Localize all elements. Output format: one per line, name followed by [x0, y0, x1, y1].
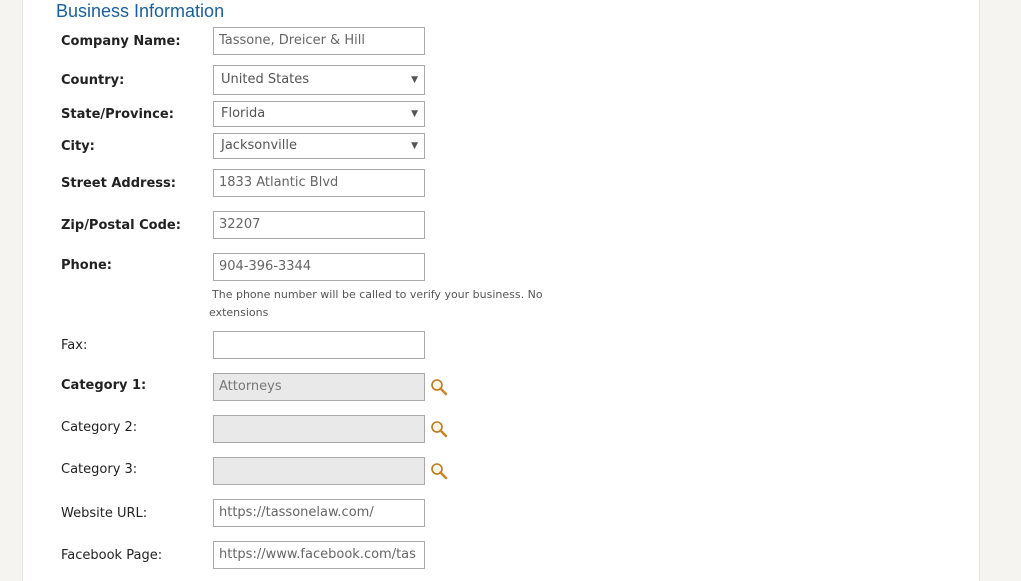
zip-label: Zip/Postal Code:: [61, 218, 181, 233]
magnifier-icon[interactable]: [430, 462, 448, 480]
phone-input[interactable]: 904-396-3344: [213, 253, 425, 281]
city-select[interactable]: Jacksonville ▼: [213, 133, 425, 159]
state-select-value: Florida: [221, 106, 266, 121]
country-select-value: United States: [221, 72, 310, 87]
chevron-down-icon: ▼: [411, 75, 418, 85]
category-3-input[interactable]: [213, 457, 425, 485]
state-label: State/Province:: [61, 107, 174, 122]
chevron-down-icon: ▼: [411, 141, 418, 151]
facebook-page-label: Facebook Page:: [61, 548, 163, 563]
zip-input[interactable]: 32207: [213, 211, 425, 239]
company-name-label: Company Name:: [61, 34, 181, 49]
category-1-input[interactable]: Attorneys: [213, 373, 425, 401]
city-label: City:: [61, 139, 95, 154]
fax-input[interactable]: [213, 331, 425, 359]
website-url-input[interactable]: https://tassonelaw.com/: [213, 499, 425, 527]
city-select-value: Jacksonville: [221, 138, 297, 153]
country-label: Country:: [61, 73, 125, 88]
chevron-down-icon: ▼: [411, 109, 418, 119]
magnifier-icon[interactable]: [430, 378, 448, 396]
category-3-label: Category 3:: [61, 462, 138, 477]
fax-label: Fax:: [61, 338, 88, 353]
country-select[interactable]: United States ▼: [213, 65, 425, 95]
phone-hint: The phone number will be called to verif…: [209, 288, 543, 319]
state-select[interactable]: Florida ▼: [213, 101, 425, 127]
section-title: Business Information: [56, 1, 225, 21]
street-address-input[interactable]: 1833 Atlantic Blvd: [213, 169, 425, 197]
category-1-label: Category 1:: [61, 378, 147, 393]
category-2-input[interactable]: [213, 415, 425, 443]
website-url-label: Website URL:: [61, 506, 148, 521]
street-address-label: Street Address:: [61, 176, 176, 191]
company-name-input[interactable]: Tassone, Dreicer & Hill: [213, 27, 425, 55]
phone-label: Phone:: [61, 258, 112, 273]
magnifier-icon[interactable]: [430, 420, 448, 438]
category-2-label: Category 2:: [61, 420, 138, 435]
facebook-page-input[interactable]: https://www.facebook.com/tas: [213, 541, 425, 569]
